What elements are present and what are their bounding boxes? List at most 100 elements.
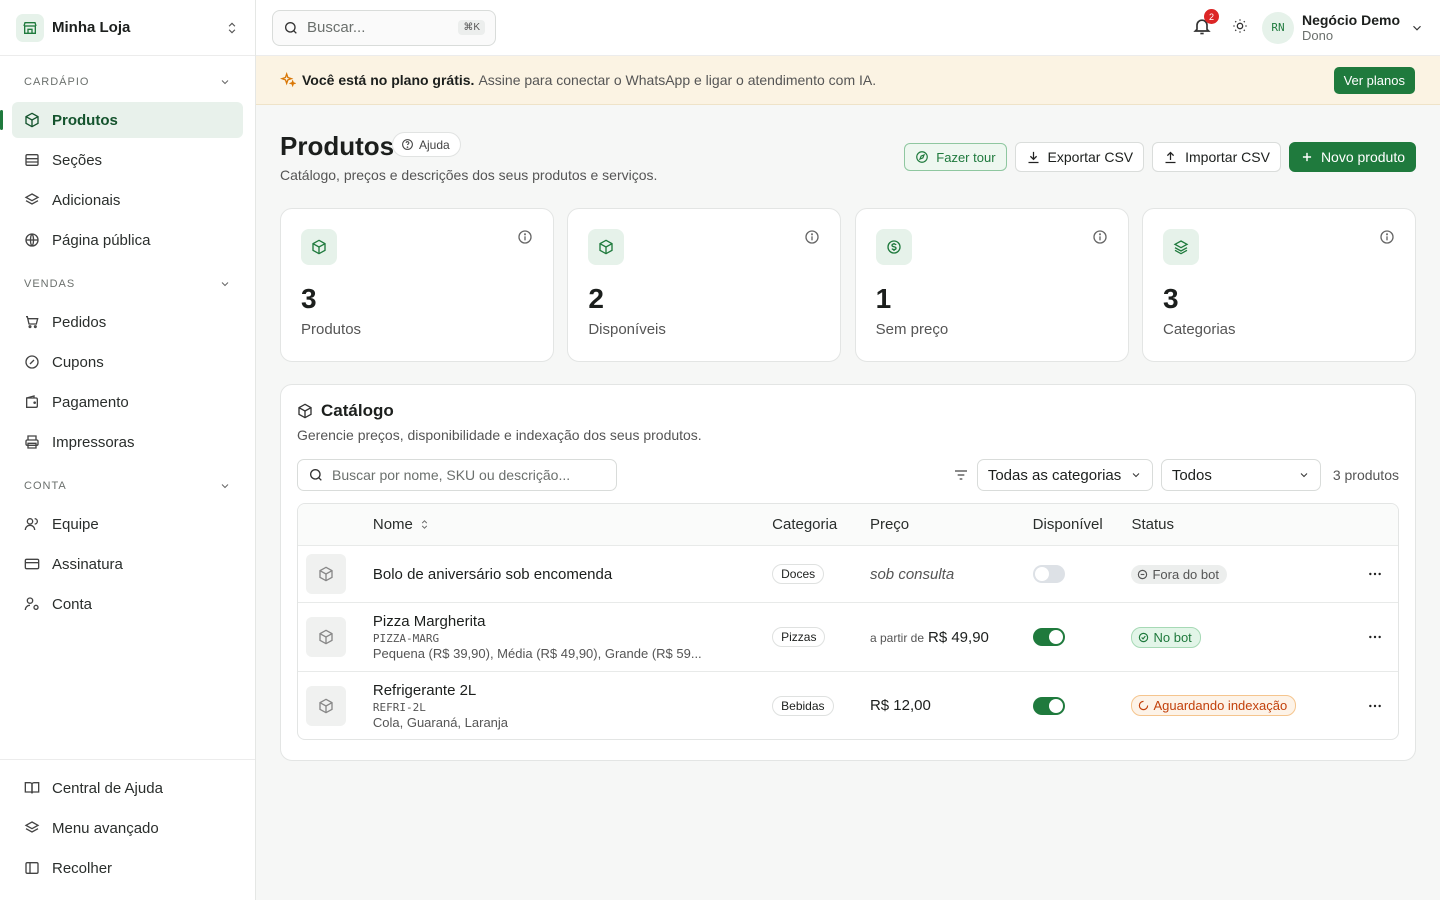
more-horizontal-icon[interactable] [1367, 566, 1383, 582]
product-thumbnail [306, 554, 346, 594]
availability-toggle[interactable] [1032, 565, 1065, 583]
info-icon[interactable] [1092, 229, 1108, 245]
product-name[interactable]: Bolo de aniversário sob encomenda [373, 566, 772, 583]
status-select-value: Todos [1171, 466, 1212, 484]
stat-card-produtos: 3 Produtos [280, 208, 554, 362]
sidebar-item-label: Central de Ajuda [52, 779, 163, 797]
product-sku: PIZZA-MARG [372, 632, 440, 645]
info-icon[interactable] [517, 229, 533, 245]
sidebar-item-recolher[interactable]: Recolher [12, 850, 243, 886]
cart-icon [26, 316, 39, 329]
product-sku: REFRI-2L [372, 700, 426, 714]
new-product-button[interactable]: Novo produto [1288, 142, 1416, 172]
wallet-icon [26, 395, 38, 408]
product-variants: Pequena (R$ 39,90), Média (R$ 49,90), Gr… [372, 646, 702, 661]
group-conta[interactable]: CONTA [12, 466, 243, 506]
user-name: Negócio Demo [1301, 11, 1400, 28]
sidebar-item-adicionais[interactable]: Adicionais [12, 182, 243, 218]
group-title: CARDÁPIO [24, 76, 90, 88]
info-icon[interactable] [804, 229, 820, 245]
banner-text: Assine para conectar o WhatsApp e ligar … [478, 72, 877, 88]
table-row[interactable]: Bolo de aniversário sob encomenda Doces … [298, 545, 1398, 602]
product-name[interactable]: Refrigerante 2L [373, 682, 772, 699]
chevron-down-icon [221, 484, 229, 489]
chevron-down-icon [1132, 473, 1140, 478]
stat-card-disponiveis: 2 Disponíveis [567, 208, 842, 362]
sidebar-item-pagamento[interactable]: Pagamento [12, 384, 243, 420]
more-horizontal-icon[interactable] [1367, 629, 1383, 645]
tour-button[interactable]: Fazer tour [904, 143, 1007, 171]
sidebar-item-conta[interactable]: Conta [12, 586, 243, 622]
sidebar-item-equipe[interactable]: Equipe [12, 506, 243, 542]
stat-value: 2 [588, 283, 604, 314]
availability-toggle[interactable] [1032, 696, 1065, 715]
sidebar-item-label: Conta [52, 595, 93, 613]
status-select[interactable]: Todos [1160, 459, 1321, 491]
sidebar-item-impressoras[interactable]: Impressoras [12, 424, 243, 460]
column-name-header[interactable]: Nome [373, 516, 772, 533]
page-subtitle: Catálogo, preços e descrições dos seus p… [280, 167, 658, 183]
sidebar: Minha Loja CARDÁPIO Produtos Seções Adic… [0, 0, 256, 900]
layers-icon [1162, 229, 1199, 265]
panel-left-icon [25, 862, 39, 874]
user-menu[interactable]: Negócio Demo Dono [1302, 12, 1400, 44]
sidebar-item-pagina-publica[interactable]: Página pública [12, 222, 243, 258]
help-button[interactable]: Ajuda [392, 132, 461, 157]
group-vendas[interactable]: VENDAS [12, 264, 243, 304]
main-content: Produtos Ajuda Catálogo, preços e descri… [280, 105, 1416, 761]
stats-row: 3 Produtos 2 Disponíveis 1 Sem preço 3 C… [280, 208, 1416, 362]
sidebar-item-label: Assinatura [52, 555, 123, 573]
sidebar-item-label: Produtos [52, 111, 118, 129]
store-name: Minha Loja [52, 19, 131, 36]
sidebar-item-pedidos[interactable]: Pedidos [12, 304, 243, 340]
table-row[interactable]: Pizza Margherita PIZZA-MARG Pequena (R$ … [298, 602, 1398, 671]
page-title: Produtos [280, 131, 395, 161]
info-icon[interactable] [1379, 229, 1395, 245]
package-icon [319, 629, 333, 645]
table-row[interactable]: Refrigerante 2L REFRI-2L Cola, Guaraná, … [298, 671, 1398, 739]
chevron-down-icon [221, 80, 229, 85]
stat-label: Sem preço [875, 321, 949, 338]
catalog-card: Catálogo Gerencie preços, disponibilidad… [280, 384, 1416, 761]
filter-icon[interactable] [953, 467, 969, 483]
sidebar-item-secoes[interactable]: Seções [12, 142, 243, 178]
sidebar-item-menu-avancado[interactable]: Menu avançado [12, 810, 243, 846]
catalog-search-placeholder: Buscar por nome, SKU ou descrição... [332, 467, 571, 483]
see-plans-button[interactable]: Ver planos [1333, 66, 1415, 94]
chevron-down-icon[interactable] [1410, 21, 1424, 35]
catalog-search-input[interactable]: Buscar por nome, SKU ou descrição... [297, 459, 617, 491]
sidebar-item-assinatura[interactable]: Assinatura [12, 546, 243, 582]
package-icon [301, 229, 337, 265]
sidebar-item-label: Adicionais [52, 191, 121, 209]
check-circle-icon [1139, 632, 1149, 642]
user-cog-icon [24, 597, 39, 611]
dollar-circle-icon [875, 229, 912, 265]
stat-card-categorias: 3 Categorias [1141, 208, 1416, 362]
more-horizontal-icon[interactable] [1367, 698, 1383, 714]
availability-toggle[interactable] [1032, 628, 1065, 646]
package-icon [25, 112, 39, 128]
sidebar-item-produtos[interactable]: Produtos [0, 102, 243, 138]
sidebar-item-central-ajuda[interactable]: Central de Ajuda [12, 770, 243, 806]
notifications-button[interactable]: 2 [1192, 9, 1219, 39]
import-csv-button[interactable]: Importar CSV [1152, 142, 1281, 172]
sidebar-item-cupons[interactable]: Cupons [12, 344, 243, 380]
theme-toggle-button[interactable] [1232, 18, 1248, 37]
sun-icon [1233, 19, 1247, 33]
status-text: Fora do bot [1152, 566, 1219, 582]
sidebar-item-label: Cupons [52, 353, 104, 371]
global-search-input[interactable]: Buscar... ⌘K [272, 9, 496, 46]
list-icon [25, 154, 39, 166]
help-circle-icon [402, 139, 413, 150]
store-switcher[interactable]: Minha Loja [0, 0, 255, 56]
product-name[interactable]: Pizza Margherita [373, 613, 772, 630]
export-csv-button[interactable]: Exportar CSV [1014, 142, 1145, 172]
price-prefix: a partir de [869, 630, 924, 645]
stat-value: 3 [1162, 283, 1179, 314]
group-cardapio[interactable]: CARDÁPIO [12, 62, 243, 102]
group-title: CONTA [24, 480, 67, 492]
product-thumbnail [306, 617, 346, 657]
category-select[interactable]: Todas as categorias [976, 459, 1153, 491]
users-icon [24, 518, 38, 531]
avatar[interactable]: RN [1261, 11, 1294, 44]
